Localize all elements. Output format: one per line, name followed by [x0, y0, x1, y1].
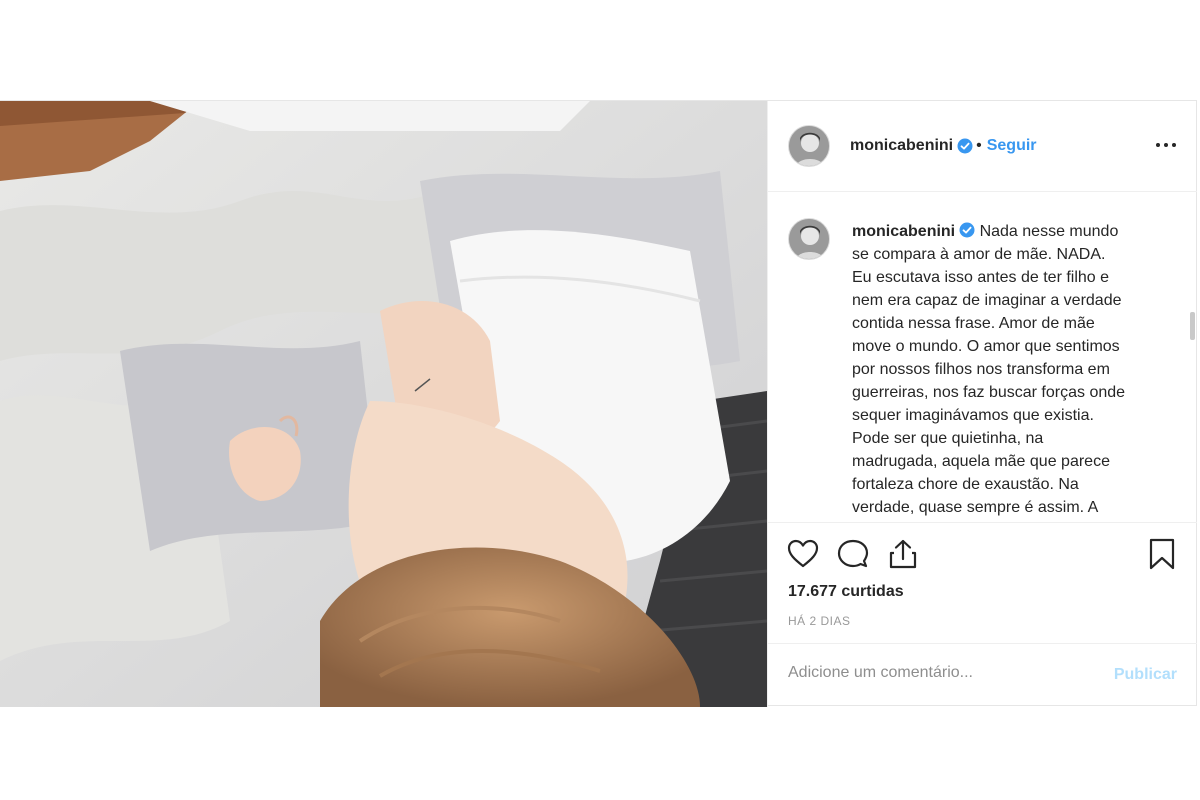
comment-bar: Publicar	[768, 643, 1197, 708]
more-options-icon[interactable]	[1151, 133, 1181, 157]
avatar-image	[789, 219, 829, 259]
action-bar	[768, 522, 1197, 583]
share-icon[interactable]	[886, 537, 920, 571]
post-photo[interactable]	[0, 101, 767, 707]
avatar[interactable]	[788, 125, 830, 167]
publish-button[interactable]: Publicar	[1114, 666, 1177, 684]
post-header: monicabenini • Seguir	[768, 101, 1197, 192]
bookmark-icon[interactable]	[1145, 537, 1179, 571]
caption: monicabenini Nada nesse mundo se compara…	[852, 220, 1158, 519]
caption-body: Nada nesse mundo se compara à amor de mã…	[852, 223, 1126, 516]
post-timestamp[interactable]: HÁ 2 DIAS	[788, 614, 851, 628]
likes-count[interactable]: 17.677 curtidas	[788, 583, 904, 601]
verified-badge-icon	[957, 138, 973, 154]
post-side-panel: monicabenini • Seguir monicabenini Nada …	[767, 101, 1197, 707]
caption-scrollbar[interactable]	[1190, 312, 1195, 340]
caption-username-link[interactable]: monicabenini	[852, 223, 955, 240]
separator-dot: •	[976, 137, 982, 154]
caption-area[interactable]: monicabenini Nada nesse mundo se compara…	[768, 192, 1197, 522]
verified-badge-icon	[959, 222, 975, 238]
comment-input[interactable]	[788, 664, 1088, 682]
comment-icon[interactable]	[836, 537, 870, 571]
baby-photo-image	[0, 101, 767, 707]
follow-button[interactable]: Seguir	[987, 137, 1037, 155]
avatar-image	[789, 126, 829, 166]
instagram-post: monicabenini • Seguir monicabenini Nada …	[0, 100, 1197, 707]
caption-avatar[interactable]	[788, 218, 830, 260]
heart-icon[interactable]	[786, 537, 820, 571]
username-link[interactable]: monicabenini	[850, 137, 953, 155]
